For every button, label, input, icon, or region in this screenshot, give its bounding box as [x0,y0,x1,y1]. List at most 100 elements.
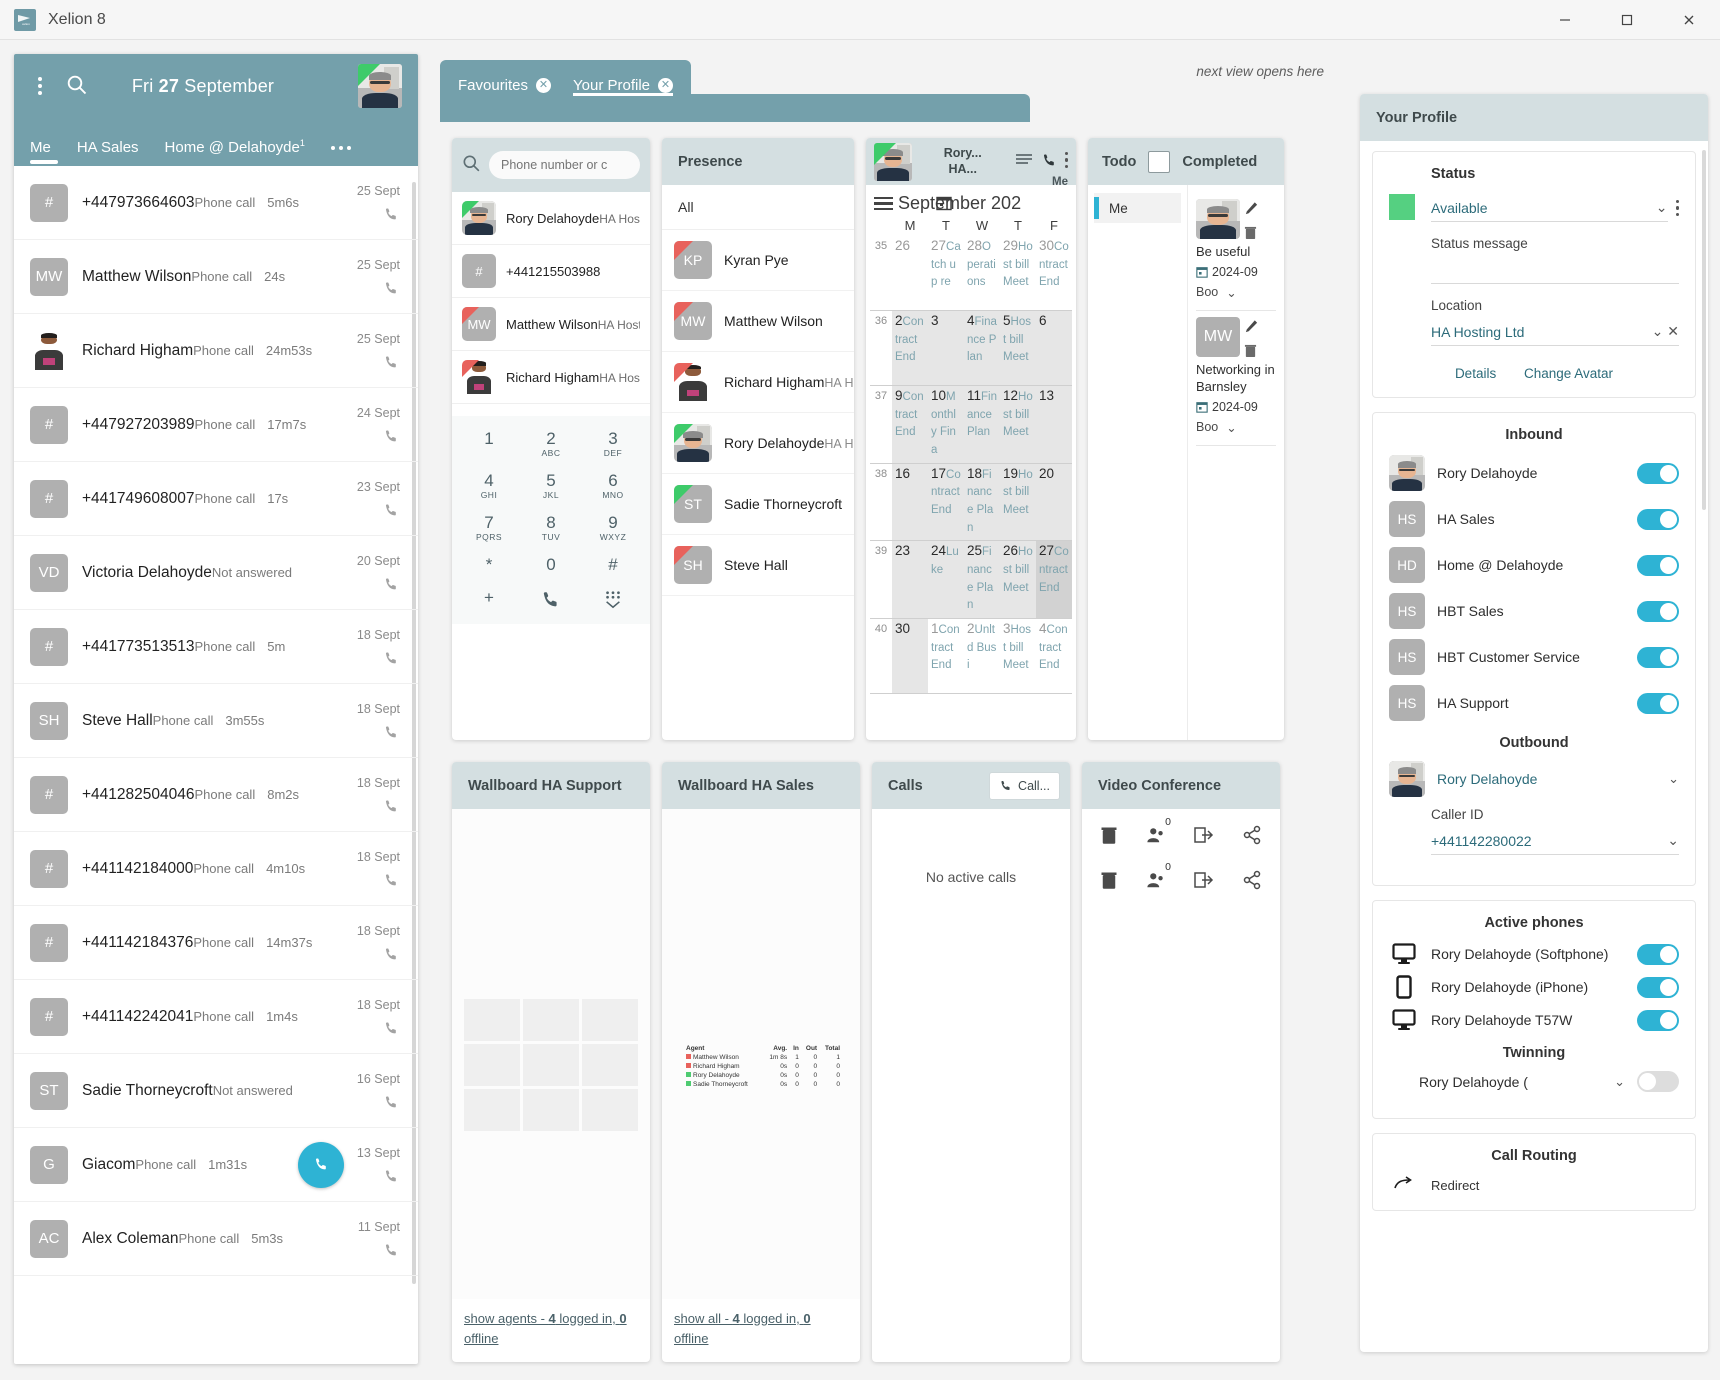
status-message-input[interactable] [1431,256,1679,284]
more-tabs-icon[interactable] [330,146,351,166]
participants-icon[interactable]: 0 [1146,816,1171,848]
dial-plus-key[interactable]: + [458,589,520,614]
todo-filter-me[interactable]: Me [1094,193,1181,223]
inbound-row[interactable]: HS HA Sales [1389,501,1679,537]
calendar-day-cell[interactable]: 4Finance Plan [964,311,1000,385]
menu-kebab-icon[interactable] [30,77,50,95]
dial-key-5[interactable]: 5 JKL [520,471,582,499]
presence-item[interactable]: Richard HighamHA Hosting Ltd [662,352,854,413]
inbound-toggle[interactable] [1637,646,1679,668]
call-history-row[interactable]: # +441142184000Phone call 4m10s 18 Sept [14,832,418,906]
chevron-down-icon[interactable]: ⌄ [1668,771,1679,787]
presence-filter-all[interactable]: All [662,185,854,230]
call-history-row[interactable]: ST Sadie ThorneycroftNot answered 16 Sept [14,1054,418,1128]
presence-item[interactable]: SH Steve Hall [662,535,854,596]
search-input[interactable] [489,151,640,179]
join-icon[interactable] [1194,871,1214,892]
calendar-day-cell[interactable]: 30 [892,619,928,694]
inbound-toggle[interactable] [1637,600,1679,622]
phone-icon[interactable] [326,1242,400,1259]
call-history-list[interactable]: # +447973664603Phone call 5m6s 25 Sept MW Mat… [14,166,418,1364]
active-phone-row[interactable]: Rory Delahoyde T57W [1389,1009,1679,1031]
todo-select[interactable]: Boo ⌄ [1196,420,1276,435]
calendar-day-cell[interactable]: 19Host bill Meet [1000,463,1036,541]
avatar[interactable] [358,64,402,108]
calendar-day-cell[interactable]: 9Contract End [892,386,928,463]
favourite-item[interactable]: # +441215503988 [452,245,650,298]
call-history-row[interactable]: # +441773513513Phone call 5m 18 Sept [14,610,418,684]
dial-key-8[interactable]: 8 TUV [520,513,582,541]
dial-button[interactable] [298,1141,344,1188]
active-phone-row[interactable]: Rory Delahoyde (iPhone) [1389,975,1679,999]
call-history-row[interactable]: SH Steve HallPhone call 3m55s 18 Sept [14,684,418,758]
inbound-row[interactable]: HS HA Support [1389,685,1679,721]
delete-icon[interactable] [1244,225,1259,243]
left-tab-home-delahoyde[interactable]: Home @ Delahoyde1 [165,138,305,166]
show-agents-link[interactable]: show agents - 4 logged in, 0 offline [464,1311,627,1346]
chevron-down-icon[interactable]: ⌄ [1652,323,1664,339]
search-icon[interactable] [462,154,481,176]
maximize-button[interactable] [1596,0,1658,40]
profile-scrollbar[interactable] [1702,150,1706,510]
active-phone-toggle[interactable] [1637,1009,1679,1031]
phone-icon[interactable] [326,798,400,815]
left-tab-ha-sales[interactable]: HA Sales [77,139,139,166]
share-icon[interactable] [1242,870,1262,893]
calendar-day-cell[interactable]: 29Host bill Meet [1000,236,1036,310]
phone-icon[interactable] [1041,152,1058,172]
clear-location-icon[interactable]: ✕ [1667,323,1679,339]
dial-key-2[interactable]: 2 ABC [520,430,582,458]
chevron-down-icon[interactable]: ⌄ [1656,199,1668,216]
chevron-down-icon[interactable]: ⌄ [1226,420,1236,435]
show-all-link[interactable]: show all - 4 logged in, 0 offline [674,1311,811,1346]
call-history-row[interactable]: # +447927203989Phone call 17m7s 24 Sept [14,388,418,462]
calendar-day-cell[interactable]: 3Host bill Meet [1000,619,1036,694]
profile-body[interactable]: Status Available ⌄ Status message Locati… [1360,141,1708,1352]
favourite-item[interactable]: Richard HighamHA Hosting Ltd [452,351,650,404]
dial-key-3[interactable]: 3 DEF [582,430,644,458]
delete-icon[interactable] [1100,870,1118,893]
phone-icon[interactable] [326,280,400,297]
list-icon[interactable] [1014,152,1034,171]
completed-checkbox[interactable] [1148,150,1171,173]
twinning-toggle[interactable] [1637,1071,1679,1092]
phone-icon[interactable] [326,650,400,667]
phone-icon[interactable] [326,946,400,963]
call-history-row[interactable]: # +441142242041Phone call 1m4s 18 Sept [14,980,418,1054]
calendar-day-cell[interactable]: 6 [1036,311,1072,385]
make-call-button[interactable]: Call... [989,771,1060,800]
calendar-menu-kebab-icon[interactable] [1064,151,1068,168]
dial-key-*[interactable]: * [458,555,520,574]
favourite-item[interactable]: MW Matthew WilsonHA Hosting Ltd [452,298,650,351]
inbound-row[interactable]: HS HBT Customer Service [1389,639,1679,675]
dial-key-9[interactable]: 9 WXYZ [582,513,644,541]
calendar-day-cell[interactable]: 26 [892,236,928,310]
call-history-row[interactable]: AC Alex ColemanPhone call 5m3s 11 Sept [14,1202,418,1276]
calendar-day-cell[interactable]: 13 [1036,386,1072,463]
calendar-day-cell[interactable]: 25Finance Plan [964,541,1000,619]
delete-icon[interactable] [1100,825,1118,848]
status-menu-kebab-icon[interactable] [1675,199,1679,217]
minimize-button[interactable] [1534,0,1596,40]
calendar-day-cell[interactable]: 12Host bill Meet [1000,386,1036,463]
dial-call-button[interactable] [520,589,582,614]
location-select[interactable]: HA Hosting Ltd ⌄ ✕ [1431,318,1679,346]
presence-item[interactable]: Rory DelahoydeHA Hosting Ltd [662,413,854,474]
todo-select[interactable]: Boo ⌄ [1196,285,1276,300]
close-button[interactable] [1658,0,1720,40]
calendar-menu-icon[interactable] [874,196,893,211]
details-link[interactable]: Details [1455,366,1496,381]
dial-key-7[interactable]: 7 PQRS [458,513,520,541]
call-history-row[interactable]: # +441282504046Phone call 8m2s 18 Sept [14,758,418,832]
calendar-day-cell[interactable]: 16 [892,463,928,541]
inbound-row[interactable]: Rory Delahoyde [1389,455,1679,491]
close-icon[interactable]: ✕ [536,77,552,93]
edit-icon[interactable] [1244,319,1259,337]
call-history-row[interactable]: # +441749608007Phone call 17s 23 Sept [14,462,418,536]
call-routing-row[interactable]: Redirect [1389,1176,1679,1194]
inbound-toggle[interactable] [1637,508,1679,530]
call-history-row[interactable]: G GiacomPhone call 1m31s 13 Sept [14,1128,418,1202]
calendar-day-cell[interactable]: 23 [892,541,928,619]
calendar-day-cell[interactable]: 2Contract End [892,311,928,385]
phone-icon[interactable] [326,872,400,889]
